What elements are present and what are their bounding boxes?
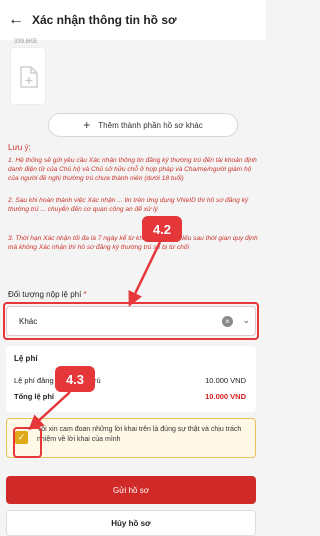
fee-subject-label: Đối tượng nộp lệ phí * [8, 290, 87, 299]
notes-title: Lưu ý: [8, 143, 31, 152]
app-header: ← Xác nhận thông tin hồ sơ [0, 0, 266, 40]
cancel-button[interactable]: Hủy hồ sơ [6, 510, 256, 536]
fee-subject-label-text: Đối tượng nộp lệ phí [8, 290, 82, 299]
chevron-down-icon[interactable]: ⌄ [242, 315, 250, 326]
consent-text: Tôi xin cam đoan những lời khai trên là … [37, 426, 242, 443]
note-item-1: 1. Hệ thống sẽ gửi yêu cầu Xác nhận thôn… [8, 157, 257, 182]
annotation-badge-4-2: 4.2 [142, 216, 182, 242]
fee-total-amount: 10.000 VND [205, 392, 246, 401]
required-mark: * [83, 290, 87, 299]
fee-heading: Lệ phí [14, 354, 38, 363]
plus-icon: + [83, 118, 91, 132]
note-item-3: 3. Thời hạn Xác nhận tối đa là 7 ngày kể… [8, 235, 258, 251]
arrow-left-icon[interactable]: ← [8, 11, 26, 29]
close-circle-icon[interactable]: × [222, 316, 233, 327]
attachment-card[interactable] [10, 47, 46, 105]
fee-total-label: Tổng lệ phí [14, 392, 54, 401]
note-item-2: 2. Sau khi hoàn thành việc Xác nhận ... … [8, 197, 249, 213]
fee-row: Lệ phí đăng ký thường trú 10.000 VND [14, 376, 246, 385]
fee-subject-value: Khác [19, 316, 38, 326]
consent-box: ✓ Tôi xin cam đoan những lời khai trên l… [6, 418, 256, 458]
submit-button[interactable]: Gửi hồ sơ [6, 476, 256, 504]
fee-total-row: Tổng lệ phí 10.000 VND [14, 392, 246, 401]
file-size-label: 339.6KB [14, 39, 38, 45]
file-add-icon [20, 66, 38, 88]
consent-checkbox[interactable]: ✓ [15, 431, 28, 444]
page-title: Xác nhận thông tin hồ sơ [32, 13, 177, 27]
fee-row-amount: 10.000 VND [205, 376, 246, 385]
add-component-label: Thêm thành phần hồ sơ khác [98, 120, 203, 130]
annotation-badge-4-3: 4.3 [55, 366, 95, 392]
fee-card: Lệ phí Lệ phí đăng ký thường trú 10.000 … [6, 346, 256, 412]
add-component-button[interactable]: + Thêm thành phần hồ sơ khác [48, 113, 238, 137]
fee-subject-select[interactable]: Khác × ⌄ [6, 306, 256, 336]
